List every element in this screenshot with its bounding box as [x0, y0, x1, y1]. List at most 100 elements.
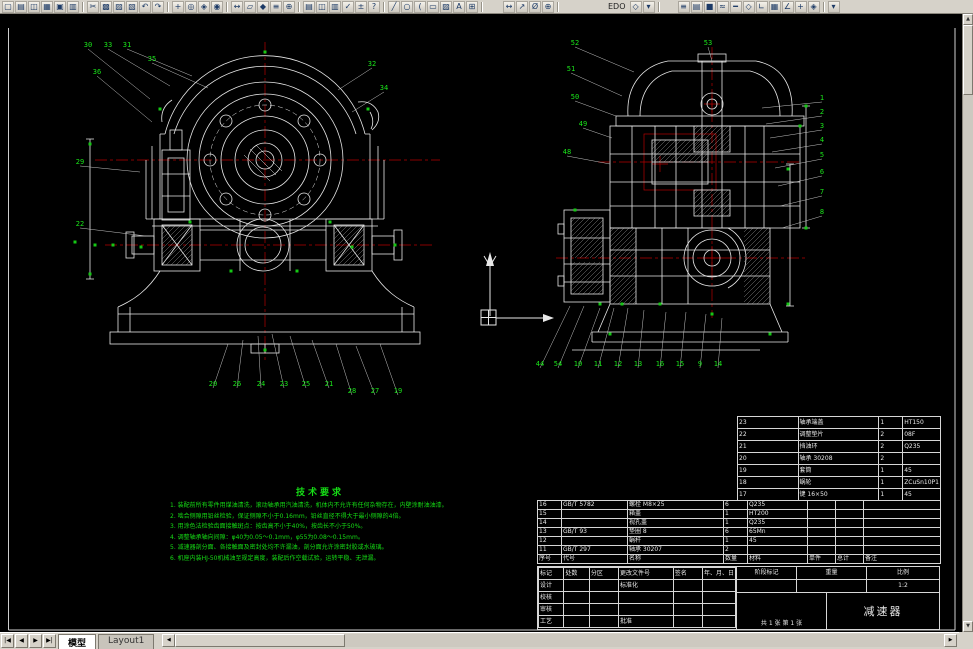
- vertical-scrollbar[interactable]: ▲ ▼: [962, 14, 973, 632]
- circle-icon[interactable]: ○: [401, 0, 413, 13]
- svg-text:9: 9: [698, 360, 702, 368]
- leader-icon[interactable]: ↗: [516, 0, 528, 13]
- tech-requirement-item: 2. 啮合侧隙用铅丝检验，保证侧隙不小于0.16mm，铅丝直径不得大于最小侧隙的…: [170, 512, 405, 520]
- horizontal-scroll-thumb[interactable]: [175, 634, 346, 647]
- scroll-right-button[interactable]: ▶: [944, 634, 957, 647]
- lineweight-icon[interactable]: ━: [729, 0, 742, 13]
- text-icon[interactable]: A: [453, 0, 465, 13]
- svg-text:35: 35: [148, 55, 156, 63]
- table-cell: [863, 500, 941, 510]
- hatch-icon[interactable]: ▨: [440, 0, 452, 13]
- svg-text:44: 44: [536, 360, 544, 368]
- zoom-previous-icon[interactable]: ◉: [211, 0, 223, 13]
- arc-icon[interactable]: (: [414, 0, 426, 13]
- table-cell: Q235: [902, 440, 941, 453]
- application-window: ▢ ▤ ◫ ▦ ▣ ▥ ✂ ▩ ▨ ▧ ↶ ↷ + ◎ ◈ ◉ ↔ ▱ ◆ ≡ ⊕ ▤ ◫ ▥ ✓ ±? ╱ ○(▭ ▨ A ⊞ ↔ ↗ Ø ⊕ ED…: [0, 0, 973, 649]
- parts-list-main: 16 GB/T 5782 螺栓 M8×25 6 Q235 15 箱盖 1 HT200 14 视孔盖 1…: [537, 500, 941, 566]
- pan-icon[interactable]: +: [172, 0, 184, 13]
- area-icon[interactable]: ▱: [244, 0, 256, 13]
- table-cell: [807, 545, 836, 555]
- design-center-icon[interactable]: ◫: [316, 0, 328, 13]
- toolbar-separator: [822, 1, 825, 12]
- table-cell: 键 16×50: [797, 488, 880, 501]
- layers-icon[interactable]: ≡: [677, 0, 690, 13]
- center-mark-icon[interactable]: ⊕: [542, 0, 554, 13]
- table-cell: 垫圈 8: [627, 527, 724, 537]
- cut-icon[interactable]: ✂: [87, 0, 99, 13]
- drawing-canvas[interactable]: 30 33 31 35 36 32 34 29 22 20 26 24 23 25 21 28 27 19 53 52…: [0, 14, 962, 632]
- edo-toggle-icon[interactable]: ◇: [629, 0, 642, 13]
- markup-icon[interactable]: ✓: [342, 0, 354, 13]
- prev-tab-button[interactable]: ◀: [15, 634, 28, 648]
- next-tab-button[interactable]: ▶: [29, 634, 42, 648]
- table-cell: 轴承端盖: [797, 416, 880, 429]
- paste-icon[interactable]: ▨: [113, 0, 125, 13]
- list-icon[interactable]: ≡: [270, 0, 282, 13]
- plot-preview-icon[interactable]: ▣: [54, 0, 66, 13]
- properties-icon[interactable]: ▤: [303, 0, 315, 13]
- last-tab-button[interactable]: ▶|: [43, 634, 56, 648]
- table-cell: 标记: [537, 567, 565, 580]
- plot-icon[interactable]: ▦: [41, 0, 53, 13]
- object-snap-icon[interactable]: ◇: [742, 0, 755, 13]
- vertical-scroll-track[interactable]: [963, 95, 973, 621]
- calculator-icon[interactable]: ±: [355, 0, 367, 13]
- drawing-title: 减速器: [863, 605, 903, 618]
- table-cell: 45: [902, 488, 941, 501]
- layout-tab-bar: |◀ ◀ ▶ ▶| 模型 Layout1 ◀ ▶: [0, 632, 973, 649]
- tab-模型[interactable]: 模型: [58, 634, 97, 649]
- left-view: [86, 55, 421, 354]
- dimension-icon[interactable]: ↔: [503, 0, 515, 13]
- svg-text:4: 4: [820, 136, 824, 144]
- distance-icon[interactable]: ↔: [231, 0, 243, 13]
- redo-icon[interactable]: ↷: [152, 0, 164, 13]
- table-cell: [618, 591, 674, 604]
- table-cell: [863, 536, 941, 546]
- edo-settings-icon[interactable]: ▾: [642, 0, 655, 13]
- copy-icon[interactable]: ▩: [100, 0, 112, 13]
- layer-properties-icon[interactable]: ▤: [690, 0, 703, 13]
- tool-palettes-icon[interactable]: ▥: [329, 0, 341, 13]
- first-tab-button[interactable]: |◀: [1, 634, 14, 648]
- locate-point-icon[interactable]: ⊕: [283, 0, 295, 13]
- polar-tracking-icon[interactable]: ∠: [781, 0, 794, 13]
- scroll-down-button[interactable]: ▼: [963, 621, 973, 632]
- scale-value: 1:2: [867, 580, 939, 593]
- svg-text:28: 28: [348, 387, 356, 395]
- dynamic-input-icon[interactable]: ◈: [807, 0, 820, 13]
- tab-Layout1[interactable]: Layout1: [98, 634, 155, 649]
- zoom-window-icon[interactable]: ◈: [198, 0, 210, 13]
- vertical-scroll-thumb[interactable]: [963, 25, 973, 95]
- color-control-icon[interactable]: ■: [703, 0, 716, 13]
- save-icon[interactable]: ◫: [28, 0, 40, 13]
- publish-icon[interactable]: ▥: [67, 0, 79, 13]
- open-icon[interactable]: ▤: [15, 0, 27, 13]
- mass-properties-icon[interactable]: ◆: [257, 0, 269, 13]
- help-icon[interactable]: ?: [368, 0, 380, 13]
- undo-icon[interactable]: ↶: [139, 0, 151, 13]
- linetype-icon[interactable]: ≈: [716, 0, 729, 13]
- line-icon[interactable]: ╱: [388, 0, 400, 13]
- grid-display-icon[interactable]: ▦: [768, 0, 781, 13]
- table-cell: 总计: [835, 554, 864, 564]
- object-track-icon[interactable]: +: [794, 0, 807, 13]
- new-icon[interactable]: ▢: [2, 0, 14, 13]
- table-cell: 2: [878, 452, 904, 465]
- table-cell: 数量: [723, 554, 748, 564]
- tolerance-icon[interactable]: Ø: [529, 0, 541, 13]
- table-cell: 45: [902, 464, 941, 477]
- match-properties-icon[interactable]: ▧: [126, 0, 138, 13]
- toolbar-overflow-icon[interactable]: ▾: [827, 0, 840, 13]
- ortho-mode-icon[interactable]: ∟: [755, 0, 768, 13]
- horizontal-scrollbar[interactable]: ◀ ▶: [162, 634, 957, 647]
- table-cell: [807, 518, 836, 528]
- horizontal-scroll-track[interactable]: [175, 634, 944, 647]
- table-cell: 套筒: [797, 464, 880, 477]
- scroll-left-button[interactable]: ◀: [162, 634, 176, 647]
- table-icon[interactable]: ⊞: [466, 0, 478, 13]
- zoom-realtime-icon[interactable]: ◎: [185, 0, 197, 13]
- toolbar-group-label: EDO: [608, 2, 626, 11]
- scroll-up-button[interactable]: ▲: [963, 14, 973, 25]
- rectangle-icon[interactable]: ▭: [427, 0, 439, 13]
- table-cell: [701, 603, 737, 616]
